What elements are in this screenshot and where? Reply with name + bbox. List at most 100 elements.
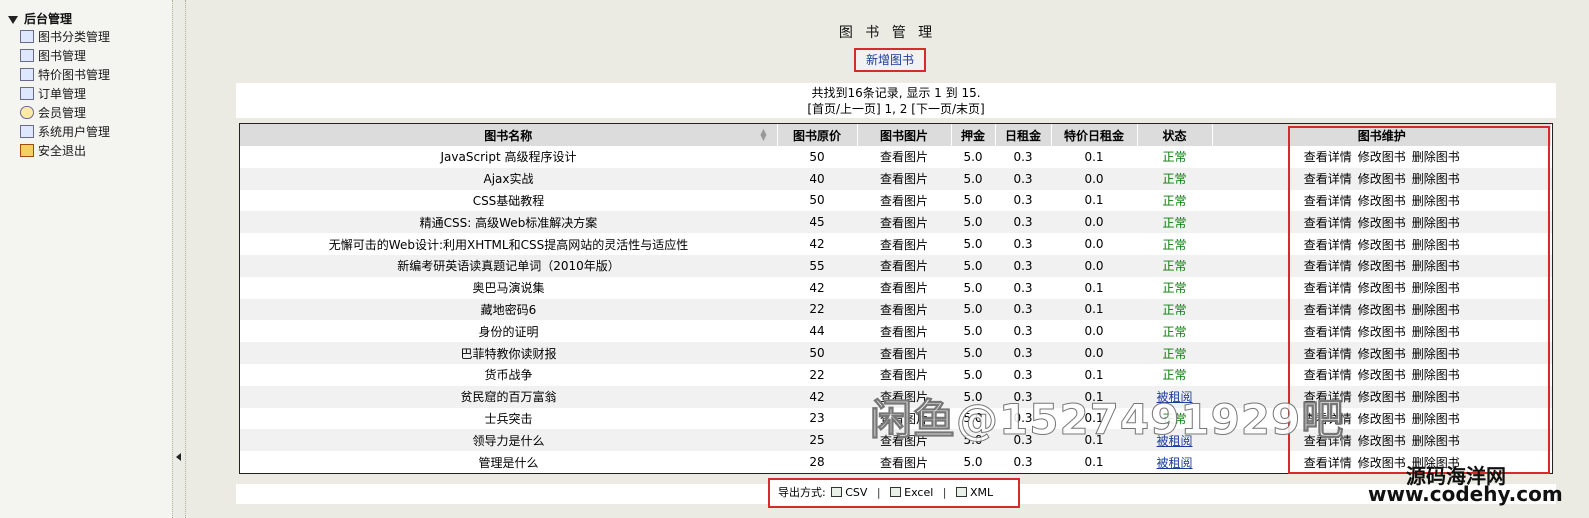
delete-book-link[interactable]: 删除图书 [1412, 150, 1460, 164]
sidebar-section-title[interactable]: 后台管理 [8, 10, 72, 27]
category-icon [20, 30, 34, 43]
export-csv-button[interactable]: CSV [831, 486, 867, 499]
view-details-link[interactable]: 查看详情 [1304, 259, 1352, 273]
view-details-link[interactable]: 查看详情 [1304, 150, 1352, 164]
view-image-link[interactable]: 查看图片 [857, 146, 951, 168]
view-image-link[interactable]: 查看图片 [857, 276, 951, 299]
edit-book-link[interactable]: 修改图书 [1358, 216, 1406, 230]
delete-book-link[interactable]: 删除图书 [1412, 412, 1460, 426]
sidebar-item-category[interactable]: 图书分类管理 [20, 28, 110, 47]
view-image-link[interactable]: 查看图片 [857, 254, 951, 277]
edit-book-link[interactable]: 修改图书 [1358, 347, 1406, 361]
view-details-link[interactable]: 查看详情 [1304, 456, 1352, 470]
delete-book-link[interactable]: 删除图书 [1412, 281, 1460, 295]
status-cell: 正常 [1137, 342, 1212, 364]
view-image-link[interactable]: 查看图片 [857, 451, 951, 473]
sort-icon[interactable]: ▲ ▼ [760, 128, 766, 142]
sidebar-item-system-users[interactable]: 系统用户管理 [20, 123, 110, 142]
sidebar-item-books[interactable]: 图书管理 [20, 47, 110, 66]
delete-book-link[interactable]: 删除图书 [1412, 347, 1460, 361]
edit-book-link[interactable]: 修改图书 [1358, 259, 1406, 273]
col-header-deposit[interactable]: 押金 [951, 124, 996, 146]
view-details-link[interactable]: 查看详情 [1304, 238, 1352, 252]
rent-cell: 0.3 [995, 167, 1051, 190]
view-details-link[interactable]: 查看详情 [1304, 368, 1352, 382]
status-cell: 正常 [1137, 167, 1212, 190]
delete-book-link[interactable]: 删除图书 [1412, 434, 1460, 448]
rent-cell: 0.3 [995, 320, 1051, 343]
col-header-price[interactable]: 图书原价 [777, 124, 858, 146]
status-cell[interactable]: 被租阅 [1137, 451, 1212, 473]
edit-book-link[interactable]: 修改图书 [1358, 172, 1406, 186]
add-book-button[interactable]: 新增图书 [854, 48, 926, 72]
export-label: 导出方式: [778, 486, 826, 499]
view-image-link[interactable]: 查看图片 [857, 363, 951, 386]
view-details-link[interactable]: 查看详情 [1304, 303, 1352, 317]
col-header-rent[interactable]: 日租金 [995, 124, 1052, 146]
status-cell: 正常 [1137, 254, 1212, 277]
view-details-link[interactable]: 查看详情 [1304, 172, 1352, 186]
col-header-special-rent[interactable]: 特价日租金 [1051, 124, 1138, 146]
edit-book-link[interactable]: 修改图书 [1358, 325, 1406, 339]
pager-first-prev-link[interactable]: 首页/上一页 [812, 102, 876, 116]
edit-book-link[interactable]: 修改图书 [1358, 150, 1406, 164]
book-name-cell: 身份的证明 [240, 320, 777, 343]
special-rent-cell: 0.1 [1051, 189, 1137, 212]
sidebar-item-label: 图书分类管理 [38, 30, 111, 44]
sidebar-item-special-books[interactable]: 特价图书管理 [20, 66, 110, 85]
edit-book-link[interactable]: 修改图书 [1358, 434, 1406, 448]
maintenance-actions: 查看详情 修改图书 删除图书 [1212, 146, 1552, 168]
export-xml-button[interactable]: XML [956, 486, 993, 499]
view-image-link[interactable]: 查看图片 [857, 342, 951, 364]
delete-book-link[interactable]: 删除图书 [1412, 325, 1460, 339]
delete-book-link[interactable]: 删除图书 [1412, 368, 1460, 382]
delete-book-link[interactable]: 删除图书 [1412, 194, 1460, 208]
maintenance-actions: 查看详情 修改图书 删除图书 [1212, 320, 1552, 343]
special-rent-cell: 0.0 [1051, 320, 1137, 343]
delete-book-link[interactable]: 删除图书 [1412, 259, 1460, 273]
rent-cell: 0.3 [995, 189, 1051, 212]
edit-book-link[interactable]: 修改图书 [1358, 390, 1406, 404]
sidebar-splitter[interactable] [172, 0, 186, 518]
pager-page-numbers[interactable]: ] 1, 2 [ [876, 102, 916, 116]
view-image-link[interactable]: 查看图片 [857, 320, 951, 343]
edit-book-link[interactable]: 修改图书 [1358, 194, 1406, 208]
edit-book-link[interactable]: 修改图书 [1358, 456, 1406, 470]
delete-book-link[interactable]: 删除图书 [1412, 303, 1460, 317]
sidebar-item-members[interactable]: 会员管理 [20, 104, 110, 123]
book-name-cell: 货币战争 [240, 363, 777, 386]
pager-next-last-link[interactable]: 下一页/末页 [916, 102, 980, 116]
delete-book-link[interactable]: 删除图书 [1412, 172, 1460, 186]
col-header-image[interactable]: 图书图片 [857, 124, 952, 146]
edit-book-link[interactable]: 修改图书 [1358, 412, 1406, 426]
delete-book-link[interactable]: 删除图书 [1412, 238, 1460, 252]
view-image-link[interactable]: 查看图片 [857, 167, 951, 190]
sidebar-item-label: 订单管理 [38, 87, 87, 101]
book-price-cell: 22 [777, 298, 857, 321]
delete-book-link[interactable]: 删除图书 [1412, 390, 1460, 404]
view-details-link[interactable]: 查看详情 [1304, 347, 1352, 361]
edit-book-link[interactable]: 修改图书 [1358, 238, 1406, 252]
view-details-link[interactable]: 查看详情 [1304, 216, 1352, 230]
view-image-link[interactable]: 查看图片 [857, 233, 951, 255]
view-details-link[interactable]: 查看详情 [1304, 325, 1352, 339]
delete-book-link[interactable]: 删除图书 [1412, 216, 1460, 230]
sidebar-item-logout[interactable]: 安全退出 [20, 142, 110, 161]
edit-book-link[interactable]: 修改图书 [1358, 303, 1406, 317]
view-image-link[interactable]: 查看图片 [857, 211, 951, 234]
export-xml-label: XML [970, 486, 994, 499]
table-row: Ajax实战 40 查看图片 5.0 0.3 0.0 正常 查看详情 修改图书 删除图书 [240, 167, 1552, 190]
book-name-cell: 新编考研英语读真题记单词（2010年版） [240, 254, 777, 277]
view-image-link[interactable]: 查看图片 [857, 298, 951, 321]
collapse-arrow-icon[interactable] [176, 453, 181, 461]
view-details-link[interactable]: 查看详情 [1304, 194, 1352, 208]
edit-book-link[interactable]: 修改图书 [1358, 368, 1406, 382]
view-details-link[interactable]: 查看详情 [1304, 281, 1352, 295]
export-excel-button[interactable]: Excel [890, 486, 933, 499]
col-header-status[interactable]: 状态 [1137, 124, 1213, 146]
view-image-link[interactable]: 查看图片 [857, 189, 951, 212]
col-header-name[interactable]: 图书名称 ▲ ▼ [240, 124, 778, 146]
edit-book-link[interactable]: 修改图书 [1358, 281, 1406, 295]
sidebar: 后台管理 图书分类管理 图书管理 特价图书管理 订单管理 会员管理 系统用户管理… [0, 0, 172, 518]
sidebar-item-orders[interactable]: 订单管理 [20, 85, 110, 104]
